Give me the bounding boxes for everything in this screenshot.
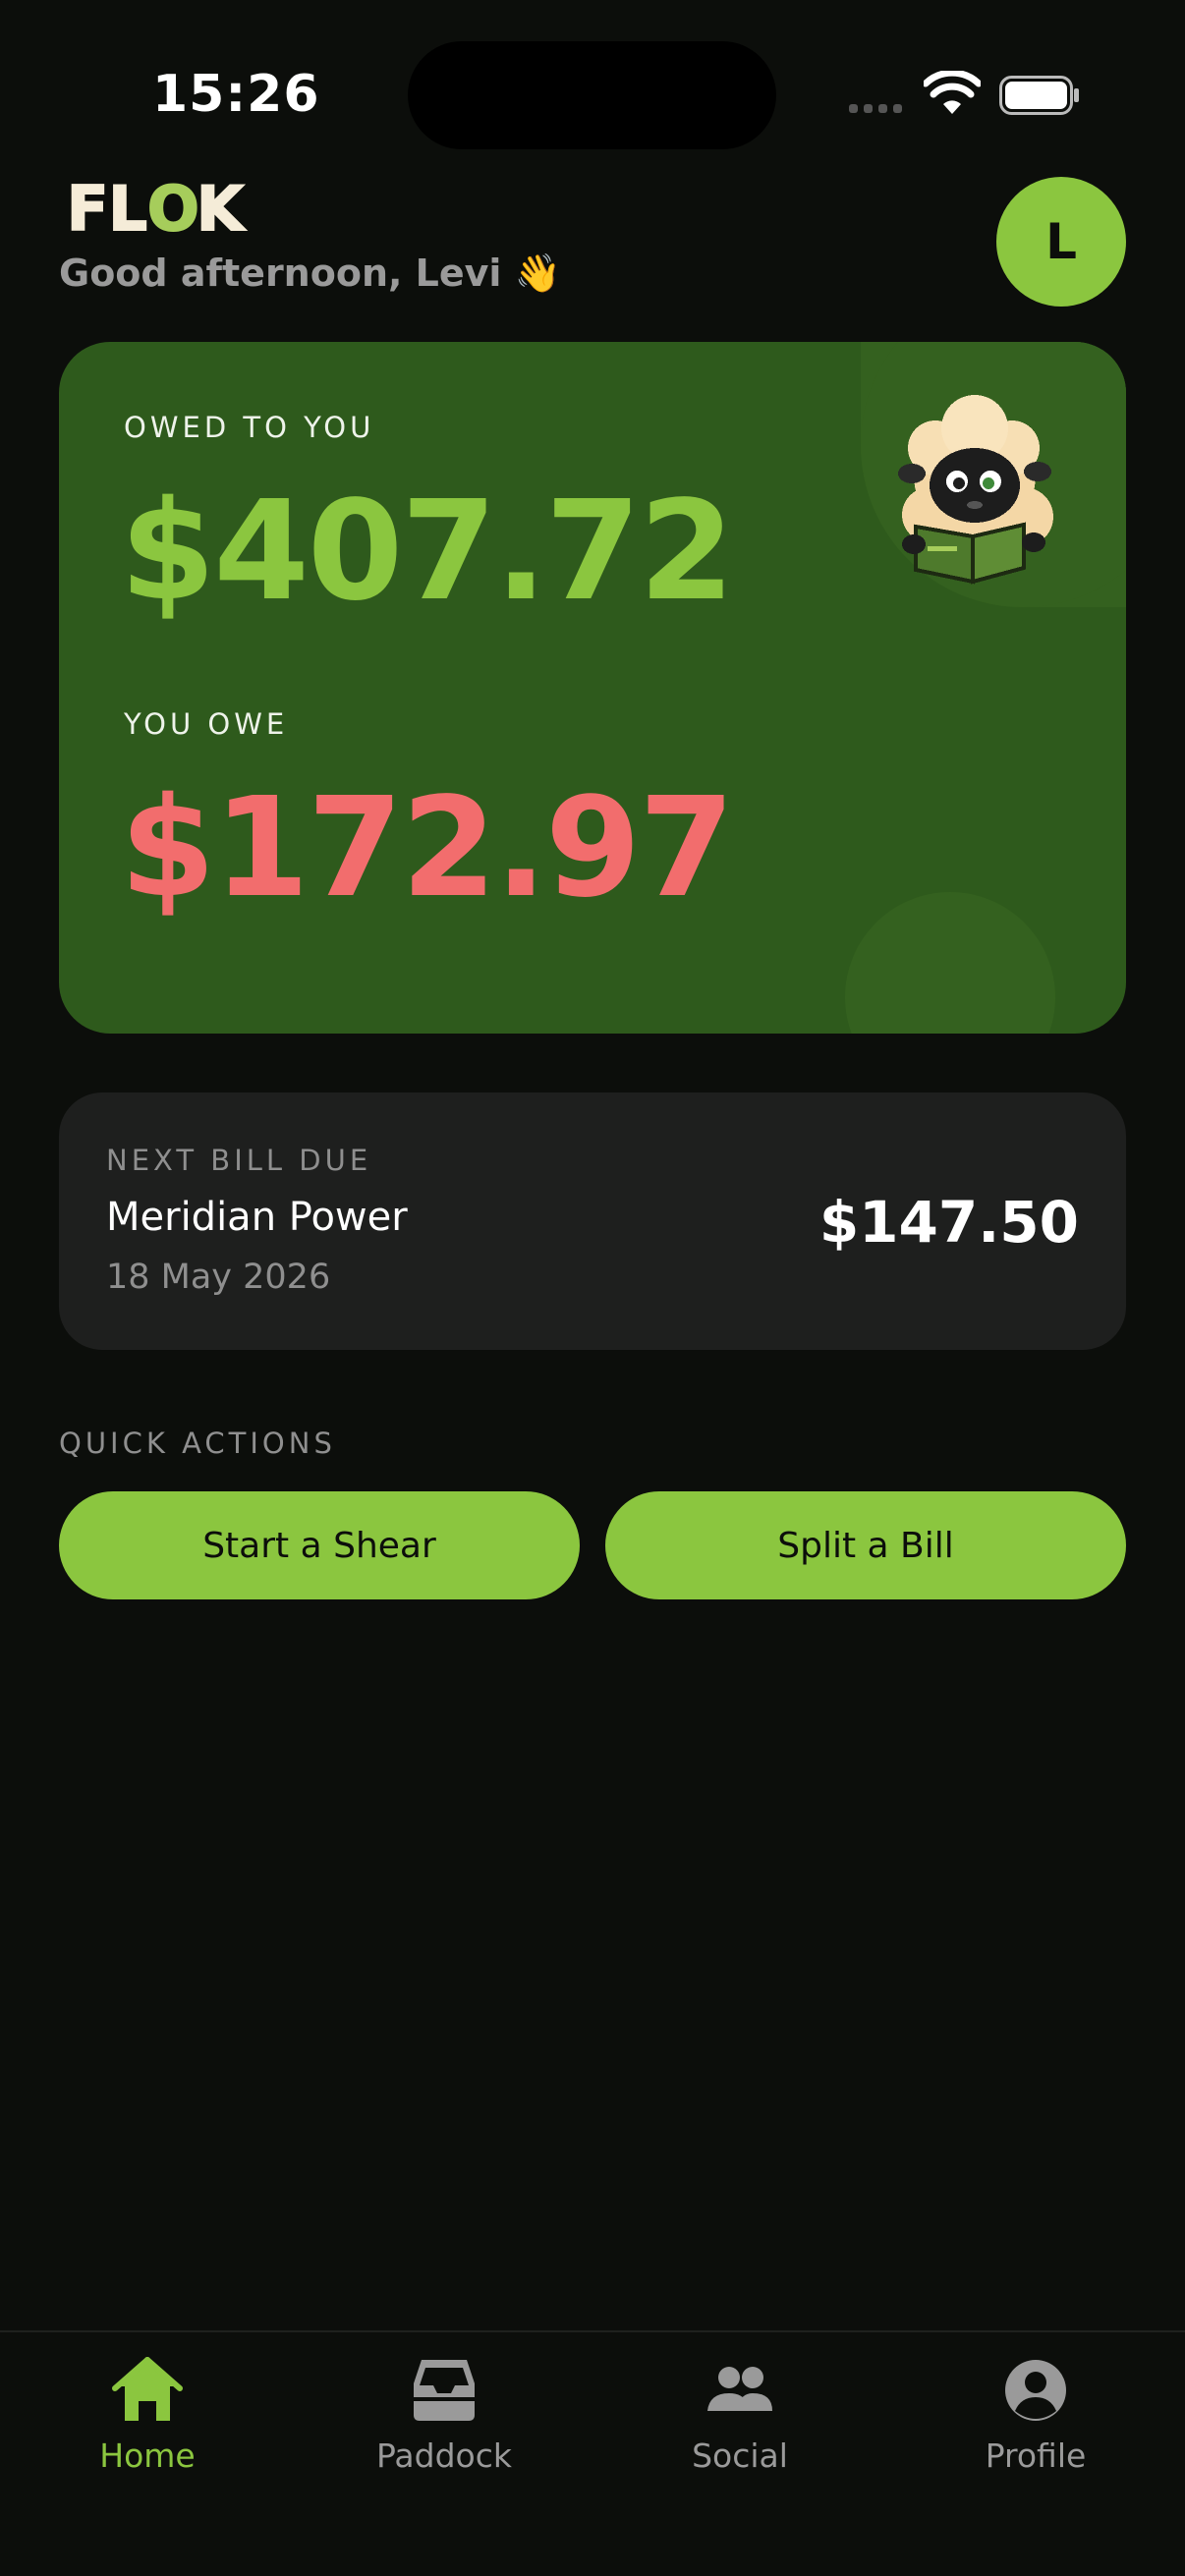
tab-bar: Home Paddock Social Profile xyxy=(0,2330,1185,2576)
flok-logo: FL O K xyxy=(67,177,247,236)
people-icon xyxy=(707,2367,772,2411)
tab-home[interactable]: Home xyxy=(39,2354,255,2482)
tab-profile-label: Profile xyxy=(985,2436,1087,2475)
sheep-reading-icon xyxy=(898,395,1053,585)
tab-social[interactable]: Social xyxy=(632,2354,848,2482)
cellular-signal-icon xyxy=(849,104,902,113)
logo-text-o: O xyxy=(147,177,199,236)
bill-amount: $147.50 xyxy=(818,1189,1079,1256)
inbox-icon xyxy=(414,2360,475,2421)
person-circle-icon xyxy=(1005,2360,1066,2421)
bill-name: Meridian Power xyxy=(106,1195,408,1240)
quick-actions-label: QUICK ACTIONS xyxy=(59,1427,336,1460)
dynamic-island xyxy=(408,41,776,149)
wifi-icon xyxy=(924,71,981,114)
balance-card: OWED TO YOU $407.72 YOU OWE $172.97 xyxy=(59,342,1126,1034)
you-owe-amount: $172.97 xyxy=(120,768,735,928)
battery-icon xyxy=(999,76,1079,115)
bill-due-date: 18 May 2026 xyxy=(106,1258,331,1297)
tab-home-label: Home xyxy=(99,2436,196,2475)
home-icon xyxy=(112,2357,183,2421)
logo-text-k: K xyxy=(197,177,246,236)
you-owe-label: YOU OWE xyxy=(124,707,289,741)
next-bill-card[interactable]: NEXT BILL DUE Meridian Power 18 May 2026… xyxy=(59,1092,1126,1350)
tab-paddock[interactable]: Paddock xyxy=(336,2354,552,2482)
tab-paddock-label: Paddock xyxy=(376,2436,512,2475)
split-bill-button[interactable]: Split a Bill xyxy=(605,1491,1126,1599)
logo-text-fl: FL xyxy=(67,177,147,236)
status-time: 15:26 xyxy=(152,65,320,124)
tab-profile[interactable]: Profile xyxy=(928,2354,1144,2482)
owed-to-you-amount: $407.72 xyxy=(120,472,735,632)
avatar[interactable]: L xyxy=(996,177,1126,307)
tab-social-label: Social xyxy=(692,2436,788,2475)
next-bill-label: NEXT BILL DUE xyxy=(106,1144,372,1177)
greeting: Good afternoon, Levi 👋 xyxy=(59,252,561,295)
decorative-circle xyxy=(845,892,1055,1034)
start-shear-button[interactable]: Start a Shear xyxy=(59,1491,580,1599)
owed-to-you-label: OWED TO YOU xyxy=(124,411,375,444)
